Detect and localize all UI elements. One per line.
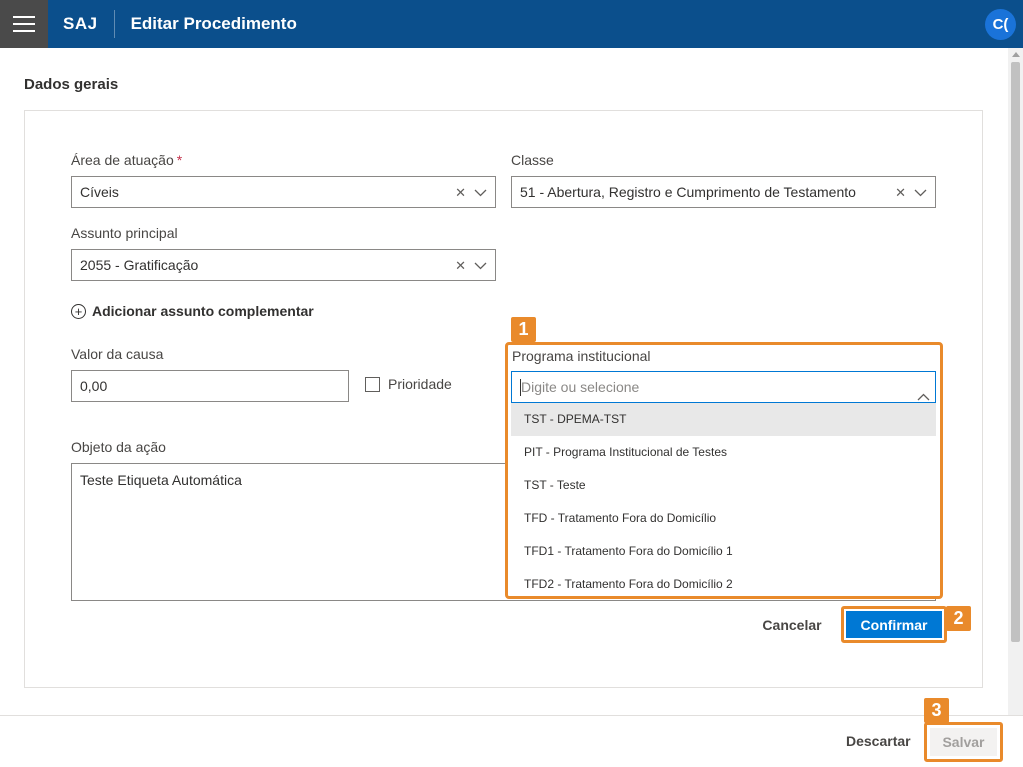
prioridade-checkbox[interactable]: [365, 376, 380, 392]
classe-select-value: 51 - Abertura, Registro e Cumprimento de…: [520, 184, 856, 200]
programa-label: Programa institucional: [512, 348, 651, 364]
section-title: Dados gerais: [24, 76, 119, 93]
programa-option[interactable]: TFD1 - Tratamento Fora do Domicílio 1: [511, 535, 936, 568]
save-button-highlight: Salvar: [924, 722, 1003, 762]
classe-select[interactable]: 51 - Abertura, Registro e Cumprimento de…: [511, 176, 936, 208]
objeto-label: Objeto da ação: [71, 439, 166, 455]
add-circle-icon: +: [71, 303, 86, 319]
clear-icon[interactable]: ✕: [455, 259, 466, 272]
chevron-down-icon[interactable]: [474, 177, 487, 207]
programa-option[interactable]: TFD2 - Tratamento Fora do Domicílio 2: [511, 568, 936, 601]
hamburger-menu-button[interactable]: [0, 0, 48, 48]
clear-icon[interactable]: ✕: [455, 186, 466, 199]
assunto-label: Assunto principal: [71, 225, 178, 241]
programa-placeholder: Digite ou selecione: [521, 379, 640, 395]
user-avatar[interactable]: C(: [985, 9, 1016, 40]
text-caret: [520, 379, 521, 396]
top-bar: SAJ Editar Procedimento C(: [0, 0, 1023, 48]
discard-button[interactable]: Descartar: [846, 733, 911, 749]
hamburger-icon: [13, 16, 35, 32]
step-badge-2: 2: [946, 606, 971, 631]
area-label: Área de atuação *: [71, 152, 182, 168]
assunto-select-value: 2055 - Gratificação: [80, 257, 199, 273]
add-assunto-complementar-button[interactable]: + Adicionar assunto complementar: [71, 303, 314, 319]
step-badge-3: 3: [924, 698, 949, 723]
add-assunto-label: Adicionar assunto complementar: [92, 303, 314, 319]
confirm-button[interactable]: Confirmar: [846, 611, 942, 638]
assunto-select[interactable]: 2055 - Gratificação ✕: [71, 249, 496, 281]
programa-options-list: TST - DPEMA-TST PIT - Programa Instituci…: [511, 403, 936, 601]
chevron-down-icon[interactable]: [914, 177, 927, 207]
prioridade-label: Prioridade: [388, 376, 452, 392]
classe-label: Classe: [511, 152, 554, 168]
programa-option[interactable]: TST - Teste: [511, 469, 936, 502]
brand-logo[interactable]: SAJ: [63, 10, 115, 38]
step-badge-1: 1: [511, 317, 536, 342]
page-title: Editar Procedimento: [130, 14, 297, 33]
programa-option[interactable]: TFD - Tratamento Fora do Domicílio: [511, 502, 936, 535]
scrollbar-thumb[interactable]: [1011, 62, 1020, 642]
valor-input[interactable]: 0,00: [71, 370, 349, 402]
scroll-up-arrow-icon[interactable]: [1012, 52, 1020, 57]
area-select-value: Cíveis: [80, 184, 119, 200]
valor-input-value: 0,00: [80, 378, 108, 394]
objeto-textarea-value: Teste Etiqueta Automática: [80, 472, 242, 488]
required-asterisk: *: [176, 152, 183, 168]
valor-label: Valor da causa: [71, 346, 164, 362]
area-label-text: Área de atuação: [71, 152, 174, 168]
save-button[interactable]: Salvar: [930, 728, 997, 756]
programa-option[interactable]: PIT - Programa Institucional de Testes: [511, 436, 936, 469]
programa-option[interactable]: TST - DPEMA-TST: [511, 403, 936, 436]
confirm-button-highlight: Confirmar: [841, 606, 947, 643]
chevron-down-icon[interactable]: [474, 250, 487, 280]
programa-institucional-dropdown: Programa institucional Digite ou selecio…: [505, 342, 943, 599]
programa-search-input[interactable]: Digite ou selecione: [511, 371, 936, 403]
chevron-up-icon[interactable]: [917, 381, 930, 401]
prioridade-checkbox-group[interactable]: Prioridade: [365, 376, 452, 392]
page-scrollbar[interactable]: [1008, 48, 1023, 715]
cancel-button[interactable]: Cancelar: [752, 611, 832, 639]
clear-icon[interactable]: ✕: [895, 186, 906, 199]
area-select[interactable]: Cíveis ✕: [71, 176, 496, 208]
